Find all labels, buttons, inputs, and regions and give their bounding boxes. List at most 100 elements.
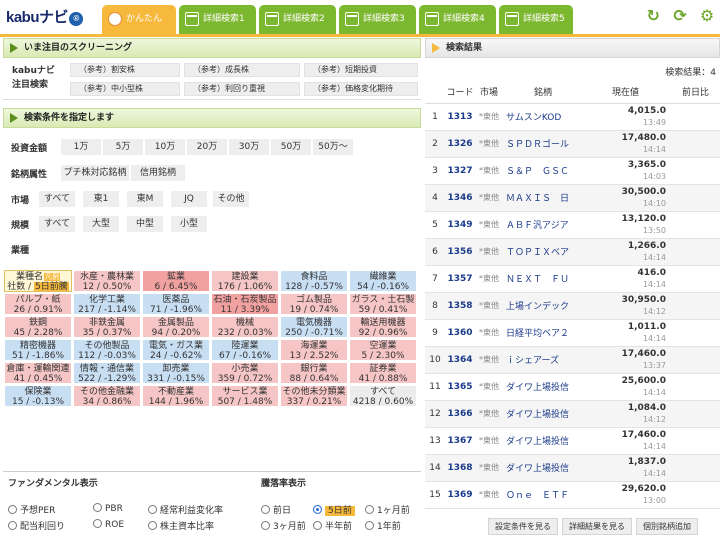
industry-cell[interactable]: 化学工業 217 / -1.14% [73,293,141,315]
stock-code-link[interactable]: 1326 [445,130,475,158]
add-stock-button[interactable]: 個別銘柄追加 [636,518,698,535]
attr-option-margin[interactable]: 信用銘柄 [131,165,185,181]
radio-pbr[interactable]: PBR [93,503,123,514]
industry-cell[interactable]: 水産・農林業 12 / 0.50% [73,270,141,292]
stock-code-link[interactable]: 1365 [445,373,475,401]
table-row[interactable]: 5 1349 *東他 ＡＢＦ汎アジア 13,120.0 13:50 [425,211,720,239]
table-row[interactable]: 1 1313 *東他 サムスンKOD 4,015.0 13:49 [425,103,720,131]
scale-option-all[interactable]: すべて [39,216,75,232]
preset-price-change-button[interactable]: （参考）価格変化期待 [304,82,418,96]
industry-cell[interactable]: 輸送用機器 92 / 0.96% [349,316,417,338]
stock-name-link[interactable]: 日経平均ベア２ [503,319,583,347]
industry-cell[interactable]: 非鉄金属 35 / 0.37% [73,316,141,338]
industry-cell[interactable]: ガラス・土石製 59 / 0.41% [349,293,417,315]
industry-cell[interactable]: 卸売業 331 / -0.15% [142,362,210,384]
stock-code-link[interactable]: 1356 [445,238,475,266]
market-option-mothers[interactable]: 東M [127,191,163,207]
scale-option-large[interactable]: 大型 [83,216,119,232]
table-row[interactable]: 4 1346 *東他 ＭＡＸＩＳ 日 30,500.0 14:10 [425,184,720,212]
industry-cell[interactable]: その他未分類業 337 / 0.21% [280,385,348,407]
stock-name-link[interactable]: ＭＡＸＩＳ 日 [503,184,583,212]
industry-cell[interactable]: 小売業 359 / 0.72% [211,362,279,384]
radio-prev-day[interactable]: 前日 [261,503,291,516]
radio-5days[interactable]: 5日前 [313,503,355,516]
industry-cell[interactable]: 機械 232 / 0.03% [211,316,279,338]
tab-kantan[interactable]: かんたん [102,5,176,34]
invest-option-10man[interactable]: 10万 [145,139,185,155]
radio-profit-change[interactable]: 経常利益変化率 [148,503,223,516]
invest-option-50man[interactable]: 50万 [271,139,311,155]
table-row[interactable]: 7 1357 *東他 ＮＥＸＴ ＦＵ 416.0 14:14 [425,265,720,293]
stock-name-link[interactable]: ＮＥＸＴ ＦＵ [503,265,583,293]
settings-icon[interactable]: ⚙ [698,7,716,25]
radio-half-year[interactable]: 半年前 [313,519,352,532]
stock-name-link[interactable]: ＡＢＦ汎アジア [503,211,583,239]
industry-cell[interactable]: 建設業 176 / 1.06% [211,270,279,292]
market-option-jq[interactable]: JQ [171,191,207,207]
table-row[interactable]: 12 1366 *東他 ダイワ上場投信 1,084.0 14:12 [425,400,720,428]
industry-cell[interactable]: 医薬品 71 / -1.96% [142,293,210,315]
scale-option-small[interactable]: 小型 [171,216,207,232]
stock-name-link[interactable]: ダイワ上場投信 [503,400,583,428]
preset-yield-button[interactable]: （参考）利回り重視 [184,82,300,96]
industry-cell[interactable]: 金属製品 94 / 0.20% [142,316,210,338]
invest-option-5man[interactable]: 5万 [103,139,143,155]
industry-cell[interactable]: 電気機器 250 / -0.71% [280,316,348,338]
preset-undervalued-button[interactable]: （参考）割安株 [70,63,180,77]
stock-code-link[interactable]: 1369 [445,481,475,509]
industry-cell[interactable]: 精密機器 51 / -1.86% [4,339,72,361]
industry-cell[interactable]: 電気・ガス業 24 / -0.62% [142,339,210,361]
table-row[interactable]: 13 1367 *東他 ダイワ上場投信 17,460.0 14:14 [425,427,720,455]
stock-code-link[interactable]: 1364 [445,346,475,374]
table-row[interactable]: 15 1369 *東他 Ｏｎｅ ＥＴＦ 29,620.0 13:00 [425,481,720,509]
radio-1month[interactable]: 1ヶ月前 [365,503,410,516]
stock-code-link[interactable]: 1357 [445,265,475,293]
radio-1year[interactable]: 1年前 [365,519,401,532]
table-row[interactable]: 8 1358 *東他 上場インデック 30,950.0 14:12 [425,292,720,320]
market-option-other[interactable]: その他 [213,191,249,207]
radio-3months[interactable]: 3ヶ月前 [261,519,306,532]
radio-roe[interactable]: ROE [93,519,124,530]
industry-cell[interactable]: 海運業 13 / 2.52% [280,339,348,361]
market-option-all[interactable]: すべて [39,191,75,207]
tab-detail-1[interactable]: 詳細検索1 [179,5,256,34]
industry-cell[interactable]: 倉庫・運輸関連 41 / 0.45% [4,362,72,384]
scale-option-mid[interactable]: 中型 [127,216,163,232]
tab-detail-5[interactable]: 詳細検索5 [499,5,573,34]
industry-cell[interactable]: 保険業 15 / -0.13% [4,385,72,407]
table-row[interactable]: 14 1368 *東他 ダイワ上場投信 1,837.0 14:14 [425,454,720,482]
stock-code-link[interactable]: 1358 [445,292,475,320]
market-option-tosho1[interactable]: 東1 [83,191,119,207]
tab-detail-4[interactable]: 詳細検索4 [419,5,496,34]
stock-code-link[interactable]: 1360 [445,319,475,347]
invest-option-30man[interactable]: 30万 [229,139,269,155]
industry-cell[interactable]: サービス業 507 / 1.48% [211,385,279,407]
industry-cell[interactable]: パルプ・紙 26 / 0.91% [4,293,72,315]
preset-growth-button[interactable]: （参考）成長株 [184,63,300,77]
stock-name-link[interactable]: Ｏｎｅ ＥＴＦ [503,481,583,509]
stock-code-link[interactable]: 1327 [445,157,475,185]
table-row[interactable]: 6 1356 *東他 ＴＯＰＩＸベア 1,266.0 14:14 [425,238,720,266]
stock-code-link[interactable]: 1367 [445,427,475,455]
stock-code-link[interactable]: 1368 [445,454,475,482]
stock-code-link[interactable]: 1366 [445,400,475,428]
industry-cell[interactable]: 証券業 41 / 0.88% [349,362,417,384]
stock-code-link[interactable]: 1346 [445,184,475,212]
stock-name-link[interactable]: 上場インデック [503,292,583,320]
stock-code-link[interactable]: 1313 [445,103,475,131]
attr-option-petit[interactable]: プチ株対応銘柄 [61,165,129,181]
industry-cell[interactable]: ゴム製品 19 / 0.74% [280,293,348,315]
table-row[interactable]: 10 1364 *東他 ｉシェアーズ 17,460.0 13:37 [425,346,720,374]
app-logo[interactable]: kabuナビ ® [6,6,84,27]
industry-cell[interactable]: その他金融業 34 / 0.86% [73,385,141,407]
stock-name-link[interactable]: サムスンKOD [503,103,583,131]
col-code[interactable]: コード [445,81,475,104]
preset-short-term-button[interactable]: （参考）短期投資 [304,63,418,77]
radio-dividend-yield[interactable]: 配当利回り [8,519,65,532]
col-change[interactable]: 前日比 [668,81,720,104]
industry-cell[interactable]: 食料品 128 / -0.57% [280,270,348,292]
stock-code-link[interactable]: 1349 [445,211,475,239]
table-row[interactable]: 2 1326 *東他 ＳＰＤＲゴール 17,480.0 14:14 [425,130,720,158]
view-detail-results-button[interactable]: 詳細結果を見る [562,518,632,535]
stock-name-link[interactable]: ＳＰＤＲゴール [503,130,583,158]
